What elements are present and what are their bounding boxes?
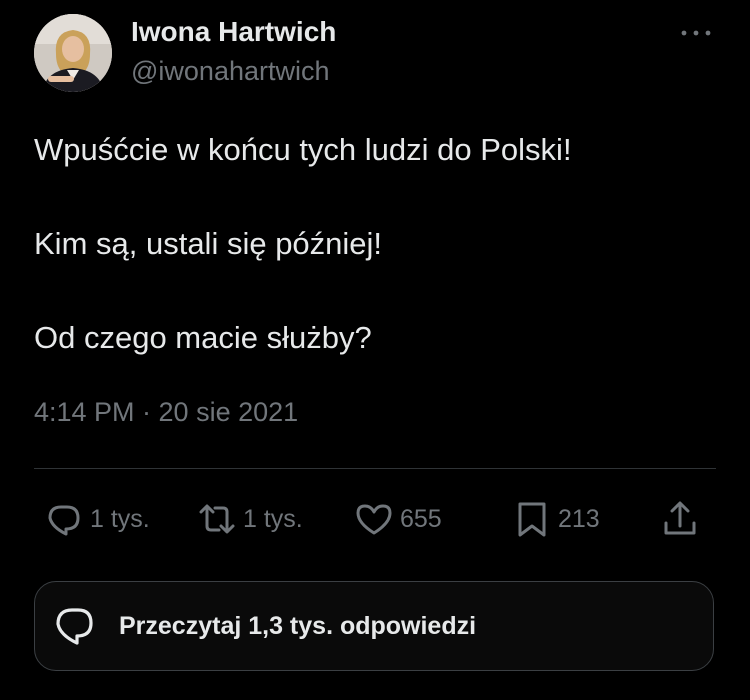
- more-horizontal-icon: [681, 30, 711, 36]
- author-display-name[interactable]: Iwona Hartwich: [131, 16, 336, 48]
- like-count: 655: [400, 504, 442, 533]
- avatar[interactable]: [34, 14, 112, 92]
- share-button[interactable]: [660, 496, 700, 542]
- like-button[interactable]: 655: [354, 496, 442, 542]
- share-upload-icon: [664, 501, 696, 535]
- reply-button[interactable]: 1 tys.: [44, 496, 150, 542]
- tweet-timestamp[interactable]: 4:14 PM · 20 sie 2021: [34, 397, 298, 428]
- read-replies-button[interactable]: Przeczytaj 1,3 tys. odpowiedzi: [34, 581, 714, 671]
- read-replies-label: Przeczytaj 1,3 tys. odpowiedzi: [119, 611, 477, 640]
- avatar-image: [34, 14, 112, 92]
- more-options-button[interactable]: [678, 22, 714, 44]
- reply-bubble-icon: [48, 505, 80, 536]
- repost-icon: [199, 504, 235, 534]
- tweet-text: Wpuśćcie w końcu tych ludzi do Polski! K…: [34, 126, 714, 361]
- divider: [34, 468, 716, 469]
- chat-bubble-icon: [56, 608, 93, 645]
- repost-count: 1 tys.: [243, 504, 303, 533]
- tweet-line: Kim są, ustali się później!: [34, 226, 383, 261]
- tweet-line: Od czego macie służby?: [34, 320, 372, 355]
- action-bar: 1 tys. 1 tys. 655 213: [0, 496, 750, 542]
- bookmark-count: 213: [558, 504, 600, 533]
- bookmark-icon: [518, 502, 546, 537]
- author-handle[interactable]: @iwonahartwich: [131, 56, 330, 87]
- bookmark-button[interactable]: 213: [512, 496, 600, 542]
- repost-button[interactable]: 1 tys.: [197, 496, 303, 542]
- tweet-card: Iwona Hartwich @iwonahartwich Wpuśćcie w…: [0, 0, 750, 700]
- tweet-line: Wpuśćcie w końcu tych ludzi do Polski!: [34, 132, 572, 167]
- reply-count: 1 tys.: [90, 504, 150, 533]
- heart-icon: [356, 504, 392, 535]
